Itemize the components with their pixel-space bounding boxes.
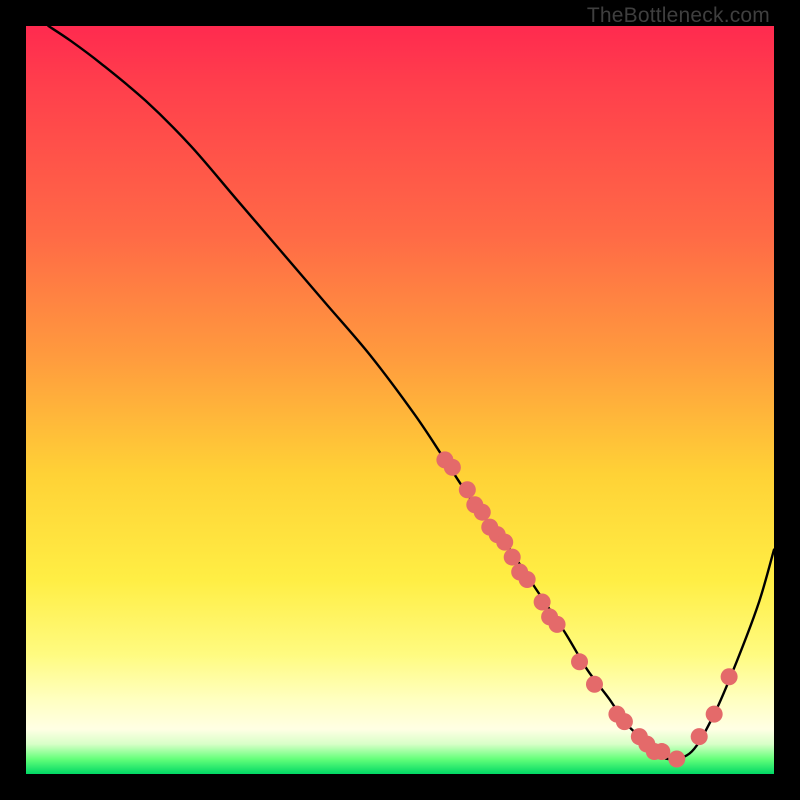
curve-markers — [436, 451, 737, 767]
curve-marker — [519, 571, 536, 588]
curve-marker — [459, 481, 476, 498]
plot-area — [26, 26, 774, 774]
curve-marker — [706, 706, 723, 723]
curve-marker — [721, 668, 738, 685]
curve-marker — [496, 534, 513, 551]
curve-marker — [616, 713, 633, 730]
curve-marker — [549, 616, 566, 633]
curve-marker — [668, 751, 685, 768]
bottleneck-curve — [48, 26, 774, 759]
curve-marker — [534, 593, 551, 610]
curve-marker — [691, 728, 708, 745]
curve-marker — [504, 549, 521, 566]
curve-marker — [444, 459, 461, 476]
chart-stage: TheBottleneck.com — [0, 0, 800, 800]
curve-marker — [586, 676, 603, 693]
curve-marker — [571, 653, 588, 670]
chart-overlay — [26, 26, 774, 774]
attribution-label: TheBottleneck.com — [587, 4, 770, 28]
curve-marker — [474, 504, 491, 521]
curve-marker — [653, 743, 670, 760]
